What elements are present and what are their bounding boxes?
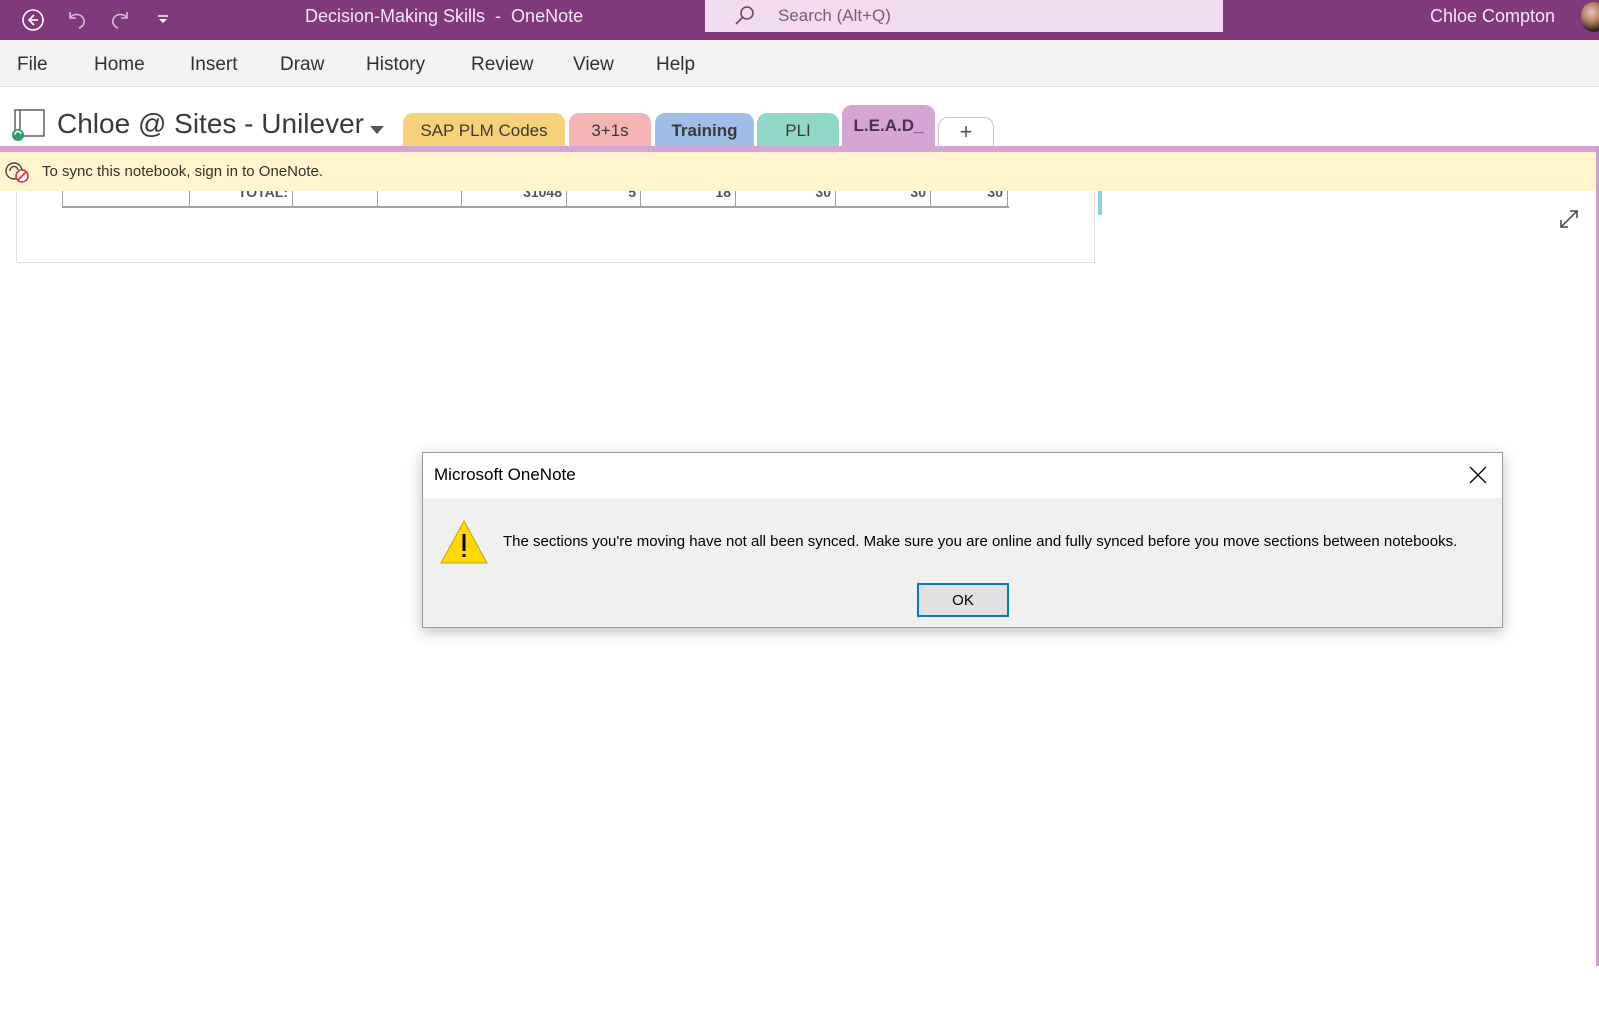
menu-draw[interactable]: Draw: [280, 40, 324, 90]
table-cell[interactable]: [293, 191, 378, 206]
menu-file[interactable]: File: [17, 40, 48, 90]
window-title: Decision-Making Skills - OneNote: [305, 6, 584, 26]
search-icon: [733, 4, 757, 33]
notebook-icon[interactable]: [10, 108, 48, 147]
sync-banner-text[interactable]: To sync this notebook, sign in to OneNot…: [42, 152, 323, 192]
menu-insert[interactable]: Insert: [190, 40, 238, 90]
warning-icon: [439, 519, 489, 570]
ok-button[interactable]: OK: [917, 583, 1009, 617]
account-name[interactable]: Chloe Compton: [1430, 0, 1555, 32]
table-cell[interactable]: 30: [836, 191, 931, 206]
menu-review[interactable]: Review: [471, 40, 533, 90]
menu-history[interactable]: History: [366, 40, 425, 90]
section-tab-3-plus-1s[interactable]: 3+1s: [569, 113, 651, 147]
totals-table: TOTAL: 31048 5 18 30 30 30: [62, 191, 1009, 208]
notebook-name[interactable]: Chloe @ Sites - Unilever: [57, 104, 364, 144]
search-placeholder: Search (Alt+Q): [778, 6, 891, 25]
table-cell[interactable]: 30: [736, 191, 836, 206]
customize-quick-access-icon[interactable]: [143, 0, 183, 40]
search-box[interactable]: Search (Alt+Q): [705, 0, 1223, 32]
undo-icon[interactable]: [57, 0, 97, 40]
table-cell[interactable]: TOTAL:: [190, 191, 293, 206]
dialog-title: Microsoft OneNote: [434, 465, 576, 484]
table-cell[interactable]: [63, 191, 190, 206]
sync-error-icon: [4, 161, 30, 188]
table-cell[interactable]: 31048: [462, 191, 567, 206]
section-tab-sap-plm-codes[interactable]: SAP PLM Codes: [403, 113, 565, 147]
dialog-title-bar: Microsoft OneNote: [423, 453, 1502, 498]
redo-icon[interactable]: [100, 0, 140, 40]
menu-help[interactable]: Help: [656, 40, 695, 90]
back-icon[interactable]: [13, 0, 53, 40]
section-tab-pli[interactable]: PLI: [757, 113, 839, 147]
title-bar: Decision-Making Skills - OneNote Search …: [0, 0, 1599, 40]
alert-dialog: Microsoft OneNote The sections you're mo…: [422, 452, 1503, 628]
menu-view[interactable]: View: [573, 40, 614, 90]
table-cell[interactable]: [378, 191, 462, 206]
ribbon-menu-bar: File Home Insert Draw History Review Vie…: [0, 40, 1599, 87]
table-cell[interactable]: 18: [641, 191, 736, 206]
table-cell[interactable]: 5: [567, 191, 641, 206]
table-cell[interactable]: 30: [931, 191, 1008, 206]
close-icon[interactable]: [1457, 453, 1499, 497]
sync-warning-banner: To sync this notebook, sign in to OneNot…: [0, 152, 1599, 191]
chevron-down-icon[interactable]: [369, 122, 385, 140]
dialog-message: The sections you're moving have not all …: [503, 533, 1458, 550]
section-tab-training[interactable]: Training: [655, 113, 754, 147]
menu-home[interactable]: Home: [94, 40, 145, 90]
expand-icon[interactable]: [1558, 208, 1580, 235]
add-section-button[interactable]: +: [938, 117, 994, 147]
section-tab-lead[interactable]: L.E.A.D_: [842, 105, 935, 147]
container-resize-handle[interactable]: [1098, 191, 1102, 215]
avatar[interactable]: [1581, 2, 1599, 32]
